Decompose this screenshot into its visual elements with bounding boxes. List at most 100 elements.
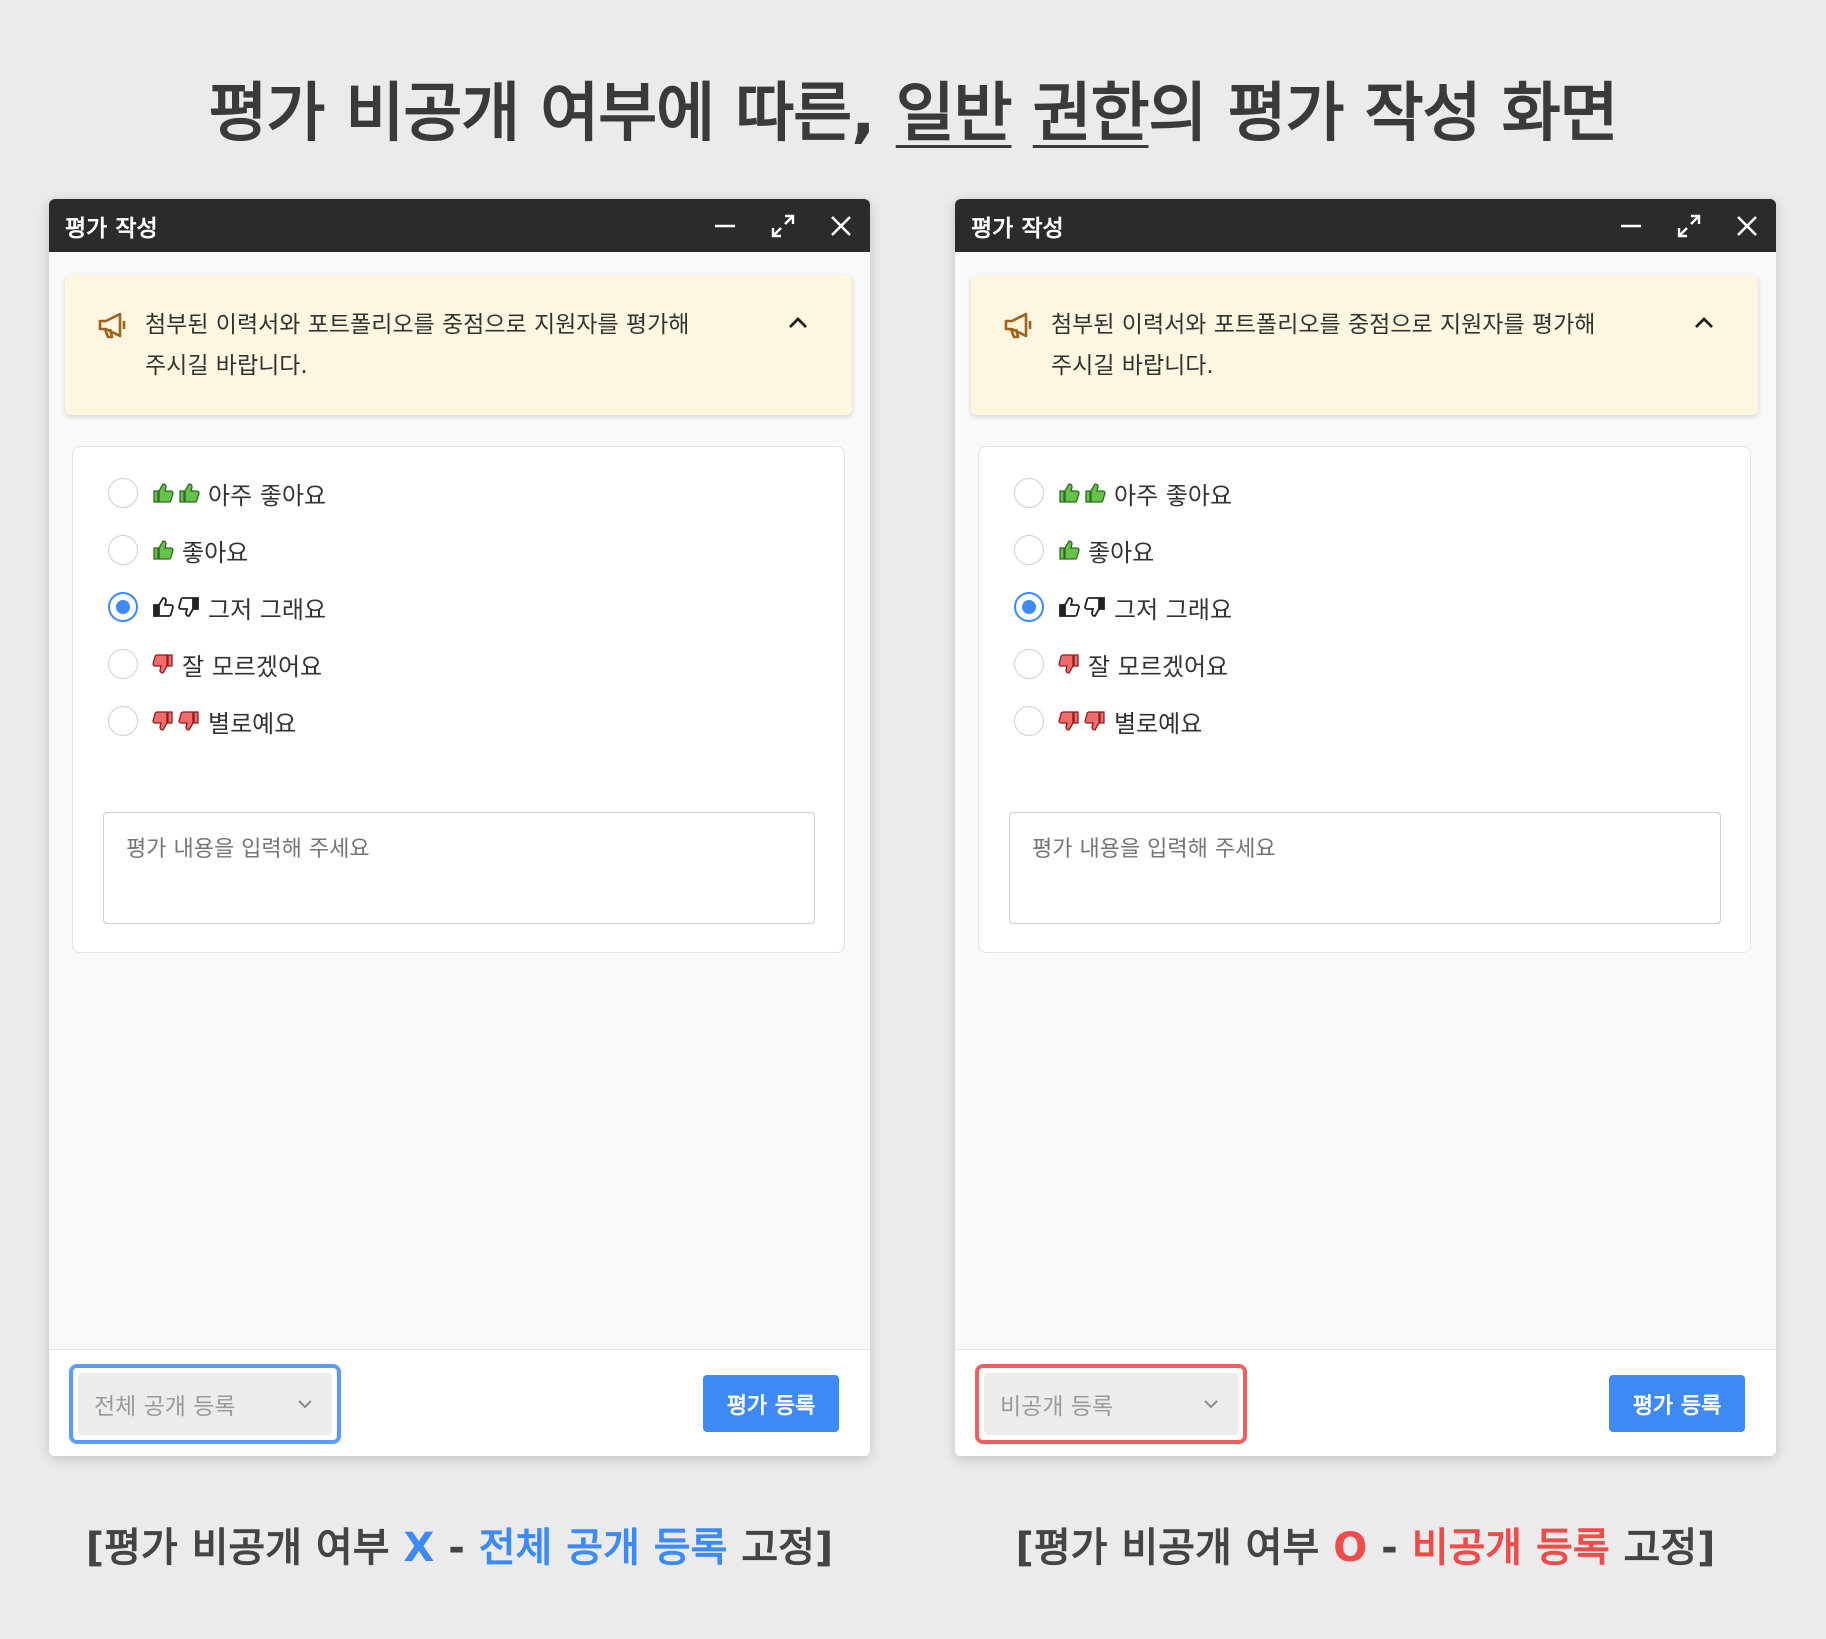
rating-option-bad[interactable]: 별로예요 (108, 704, 296, 738)
thumbs-up-green-icon (153, 483, 174, 503)
thumbs-up-green-icon (1059, 483, 1080, 503)
window-footer: 전체 공개 등록 평가 등록 (49, 1349, 870, 1456)
rating-card: 아주 좋아요 좋아요 그저 그래요 잘 모르겠어요 별로예요 평가 내용을 입력… (978, 446, 1751, 953)
evaluation-window-private: 평가 작성 첨부된 이력서와 포트폴리오를 중점으로 지원자를 평가해주시길 바… (955, 199, 1776, 1456)
rating-option-label: 별로예요 (208, 709, 297, 738)
radio-button[interactable] (1014, 478, 1044, 508)
visibility-select-value: 비공개 등록 (1000, 1394, 1114, 1420)
rating-option-label: 잘 모르겠어요 (1088, 652, 1229, 681)
chevron-down-icon (298, 1400, 312, 1409)
visibility-select-highlight: 전체 공개 등록 (69, 1364, 341, 1444)
rating-option-label: 그저 그래요 (1114, 595, 1233, 624)
submit-evaluation-button[interactable]: 평가 등록 (703, 1375, 839, 1432)
evaluation-window-public: 평가 작성 첨부된 이력서와 포트폴리오를 중점으로 지원자를 평가해주시길 바… (49, 199, 870, 1456)
caption-prefix: [평가 비공개 여부 (1015, 1525, 1334, 1571)
thumbs-down-red-icon (178, 711, 199, 731)
rating-card: 아주 좋아요 좋아요 그저 그래요 잘 모르겠어요 별로예요 평가 내용을 입력… (72, 446, 845, 953)
headline-part1: 평가 비공개 여부에 따른, (208, 77, 896, 151)
rating-option-not-sure[interactable]: 잘 모르겠어요 (108, 647, 322, 681)
thumbs-up-green-icon (1059, 540, 1080, 560)
submit-evaluation-button[interactable]: 평가 등록 (1609, 1375, 1745, 1432)
thumbs-down-red-icon (1084, 711, 1105, 731)
headline-underline-permission: 권한 (1032, 77, 1150, 151)
caption-prefix: [평가 비공개 여부 (85, 1525, 404, 1571)
notice-banner: 첨부된 이력서와 포트폴리오를 중점으로 지원자를 평가해주시길 바랍니다. (65, 275, 852, 415)
caption-flag: X (403, 1525, 435, 1571)
radio-button[interactable] (108, 649, 138, 679)
window-titlebar: 평가 작성 (955, 199, 1776, 252)
radio-button-selected[interactable] (108, 592, 138, 622)
rating-option-bad[interactable]: 별로예요 (1014, 704, 1202, 738)
evaluation-textarea[interactable] (1009, 812, 1721, 924)
thumbs-up-green-icon (179, 483, 200, 503)
rating-option-label: 별로예요 (1114, 709, 1203, 738)
caption-suffix: 고정] (727, 1525, 834, 1571)
thumbs-down-red-icon (1058, 711, 1079, 731)
expand-icon[interactable] (1660, 199, 1718, 252)
thumbs-down-red-icon (152, 654, 173, 674)
rating-option-very-good[interactable]: 아주 좋아요 (108, 476, 326, 510)
rating-option-label: 아주 좋아요 (1114, 481, 1233, 510)
window-title: 평가 작성 (65, 215, 158, 242)
thumbs-down-black-icon (178, 597, 199, 617)
radio-button[interactable] (108, 478, 138, 508)
radio-button-selected[interactable] (1014, 592, 1044, 622)
caption-highlight: 비공개 등록 (1411, 1525, 1610, 1571)
chevron-up-icon[interactable] (786, 311, 810, 339)
rating-option-label: 잘 모르겠어요 (182, 652, 323, 681)
thumbs-down-red-icon (152, 711, 173, 731)
thumbs-up-black-icon (153, 597, 174, 617)
minimize-icon[interactable] (696, 199, 754, 252)
megaphone-icon (97, 311, 129, 343)
page: 평가 비공개 여부에 따른, 일반 권한의 평가 작성 화면 평가 작성 첨부된 (0, 0, 1826, 1639)
notice-banner: 첨부된 이력서와 포트폴리오를 중점으로 지원자를 평가해주시길 바랍니다. (971, 275, 1758, 415)
megaphone-icon (1003, 311, 1035, 343)
close-icon[interactable] (1718, 199, 1776, 252)
window-title: 평가 작성 (971, 215, 1064, 242)
thumbs-down-black-icon (1084, 597, 1105, 617)
rating-option-label: 아주 좋아요 (208, 481, 327, 510)
thumbs-up-green-icon (153, 540, 174, 560)
window-footer: 비공개 등록 평가 등록 (955, 1349, 1776, 1456)
thumbs-down-red-icon (1058, 654, 1079, 674)
visibility-select-value: 전체 공개 등록 (94, 1394, 236, 1420)
caption-flag: O (1333, 1525, 1368, 1571)
rating-option-label: 좋아요 (182, 538, 249, 567)
radio-button[interactable] (1014, 535, 1044, 565)
thumbs-up-green-icon (1085, 483, 1106, 503)
radio-button[interactable] (1014, 706, 1044, 736)
rating-option-so-so[interactable]: 그저 그래요 (1014, 590, 1232, 624)
radio-button[interactable] (108, 706, 138, 736)
expand-icon[interactable] (754, 199, 812, 252)
evaluation-textarea[interactable] (103, 812, 815, 924)
page-headline: 평가 비공개 여부에 따른, 일반 권한의 평가 작성 화면 (0, 62, 1826, 154)
caption-private: [평가 비공개 여부 O - 비공개 등록 고정] (955, 1515, 1776, 1573)
headline-underline-general: 일반 (895, 77, 1013, 151)
rating-option-very-good[interactable]: 아주 좋아요 (1014, 476, 1232, 510)
notice-message: 첨부된 이력서와 포트폴리오를 중점으로 지원자를 평가해주시길 바랍니다. (145, 312, 690, 379)
rating-option-not-sure[interactable]: 잘 모르겠어요 (1014, 647, 1228, 681)
visibility-select-highlight: 비공개 등록 (975, 1364, 1247, 1444)
rating-option-good[interactable]: 좋아요 (108, 533, 248, 567)
headline-space (1011, 77, 1032, 151)
caption-public: [평가 비공개 여부 X - 전체 공개 등록 고정] (49, 1515, 870, 1573)
rating-option-label: 좋아요 (1088, 538, 1155, 567)
minimize-icon[interactable] (1602, 199, 1660, 252)
window-titlebar: 평가 작성 (49, 199, 870, 252)
radio-button[interactable] (1014, 649, 1044, 679)
radio-button[interactable] (108, 535, 138, 565)
caption-dash: - (434, 1525, 479, 1571)
visibility-select[interactable]: 비공개 등록 (984, 1373, 1238, 1435)
notice-message: 첨부된 이력서와 포트폴리오를 중점으로 지원자를 평가해주시길 바랍니다. (1051, 312, 1596, 379)
thumbs-up-black-icon (1059, 597, 1080, 617)
rating-option-good[interactable]: 좋아요 (1014, 533, 1154, 567)
rating-option-so-so[interactable]: 그저 그래요 (108, 590, 326, 624)
chevron-down-icon (1204, 1400, 1218, 1409)
visibility-select[interactable]: 전체 공개 등록 (78, 1373, 332, 1435)
caption-highlight: 전체 공개 등록 (478, 1525, 728, 1571)
caption-suffix: 고정] (1609, 1525, 1716, 1571)
chevron-up-icon[interactable] (1692, 311, 1716, 339)
close-icon[interactable] (812, 199, 870, 252)
rating-option-label: 그저 그래요 (208, 595, 327, 624)
headline-part2: 의 평가 작성 화면 (1148, 77, 1619, 151)
